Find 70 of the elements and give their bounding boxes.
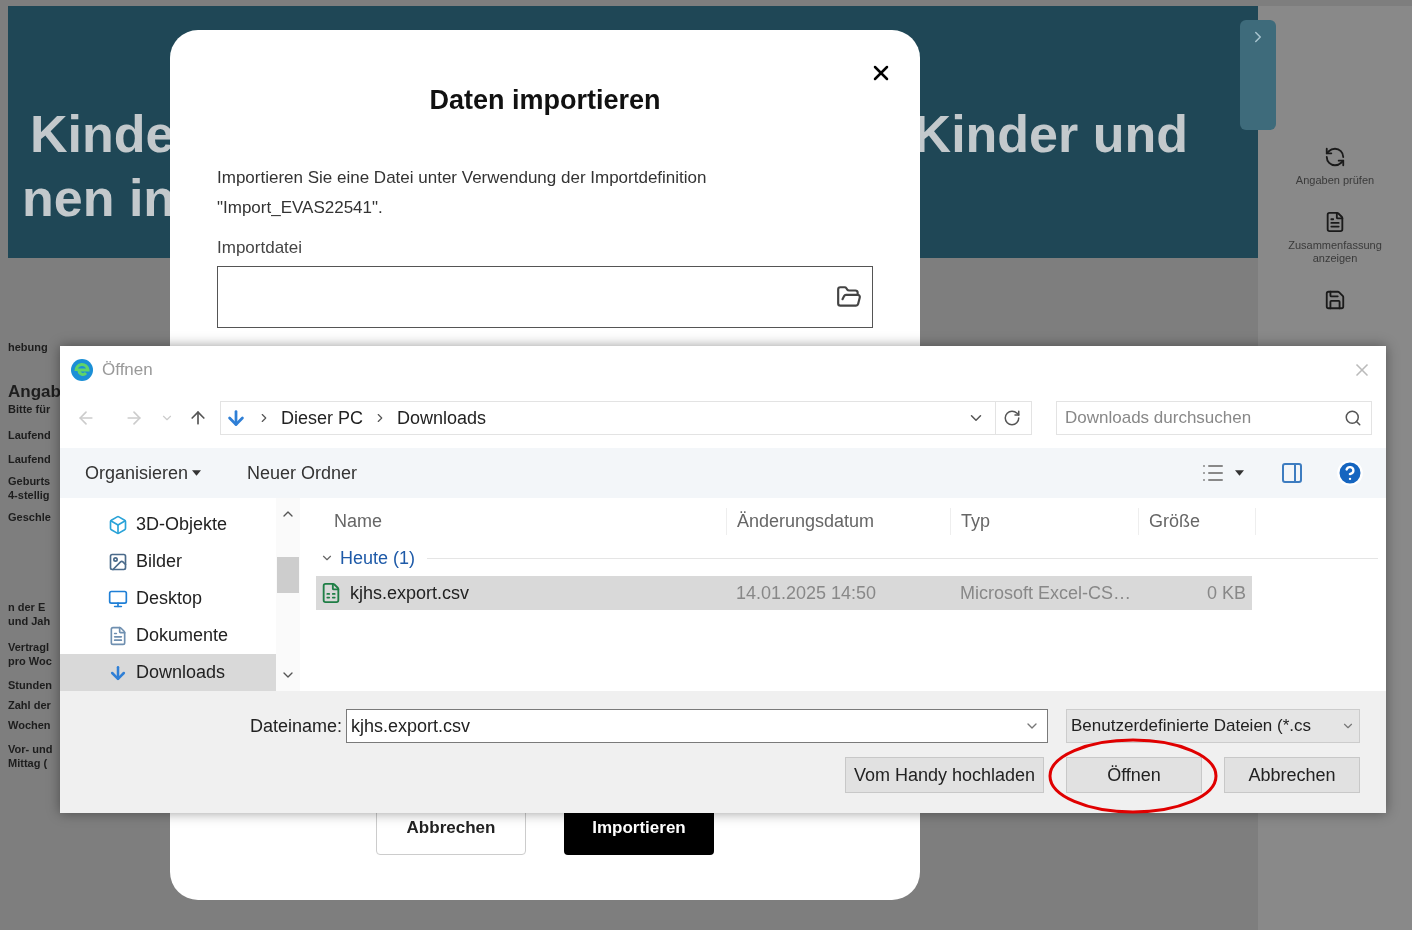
nav-pane-item[interactable]: 3D-Objekte [60,506,276,543]
folder-icon[interactable] [836,284,862,310]
group-header[interactable]: Heute (1) [340,544,416,572]
browser-logo-icon [70,358,94,382]
form-label: Laufend [8,452,52,466]
form-label: Angab [8,382,60,402]
form-label: Mittag ( [8,756,49,770]
scroll-thumb[interactable] [277,556,299,593]
cube-icon [108,514,128,535]
search-field[interactable]: Downloads durchsuchen [1056,401,1372,435]
file-date: 14.01.2025 14:50 [735,581,878,605]
filename-label: Dateiname: [249,714,342,738]
new-folder-button[interactable]: Neuer Ordner [247,459,358,487]
nav-pane-item[interactable]: Desktop [60,580,276,617]
file-input-field[interactable] [217,266,873,328]
form-label: Vertragl [8,640,50,654]
path-segment[interactable]: Downloads [397,404,487,432]
search-icon[interactable] [1344,409,1362,427]
nav-pane-item[interactable]: Dokumente [60,617,276,654]
monitor-icon [108,588,128,609]
spreadsheet-file-icon [320,582,342,604]
form-label: Geburts [8,474,52,488]
caret-down-icon[interactable] [1235,470,1244,476]
field-label: Importdatei [217,236,304,259]
file-row[interactable]: kjhs.export.csv 14.01.2025 14:50 Microsoft Excel-CS… 0 KB [316,576,1252,610]
filename-field[interactable]: kjhs.export.csv [346,709,1048,743]
dialog-button[interactable]: Abbrechen [1224,757,1360,793]
form-label: Zahl der [8,698,52,712]
file-name: kjhs.export.csv [350,581,470,605]
column-header[interactable]: Größe [1138,507,1256,535]
form-label: Stunden [8,678,53,692]
path-segment[interactable]: Dieser PC [281,404,364,432]
caret-down-icon[interactable] [192,470,202,476]
refresh-check-icon [1324,146,1346,168]
image-icon [108,551,128,572]
form-label: Vor- und [8,742,54,756]
document-icon [108,625,128,646]
organize-menu[interactable]: Organisieren [85,459,202,487]
form-label: Bitte für [8,402,52,416]
form-label: pro Woc [8,654,53,668]
dialog-title: Öffnen [102,359,153,382]
column-header[interactable]: Typ [950,507,1138,535]
form-label: und Jah [8,614,52,628]
nav-pane-item[interactable]: Bilder [60,543,276,580]
dialog-button[interactable]: Öffnen [1066,757,1202,793]
dialog-title: Daten importieren [428,84,662,117]
page-heading: Kinder und [913,104,1188,165]
file-size: 0 KB [1205,581,1246,605]
document-icon [1324,211,1346,233]
column-header[interactable]: Änderungsdatum [726,507,950,535]
nav-pane-item[interactable]: Downloads [60,654,276,691]
save-icon[interactable] [1324,289,1346,311]
file-type-select[interactable]: Benutzerdefinierte Dateien (*.cs [1066,709,1360,743]
form-label: 4-stellig [8,488,51,502]
scrollbar-track[interactable] [276,498,300,691]
form-label: hebung [8,340,49,354]
form-label: Laufend [8,428,52,442]
download-arrow-icon [225,407,247,429]
help-icon[interactable] [1336,459,1364,487]
file-type: Microsoft Excel-CS… [959,581,1133,605]
column-header[interactable]: Name [316,507,726,535]
form-label: Geschle [8,510,52,524]
address-bar[interactable]: Dieser PC Downloads [220,401,1032,435]
page-heading: Kinde [29,104,176,165]
preview-pane-icon[interactable] [1280,461,1304,485]
refresh-icon[interactable] [1002,409,1021,427]
dialog-description: Importieren Sie eine Datei unter Verwendung der Importdefinition "Import_EVAS22541". [217,166,708,219]
form-label: n der E [8,600,47,614]
dialog-button[interactable]: Vom Handy hochladen [844,757,1044,793]
form-label: Wochen [8,718,52,732]
